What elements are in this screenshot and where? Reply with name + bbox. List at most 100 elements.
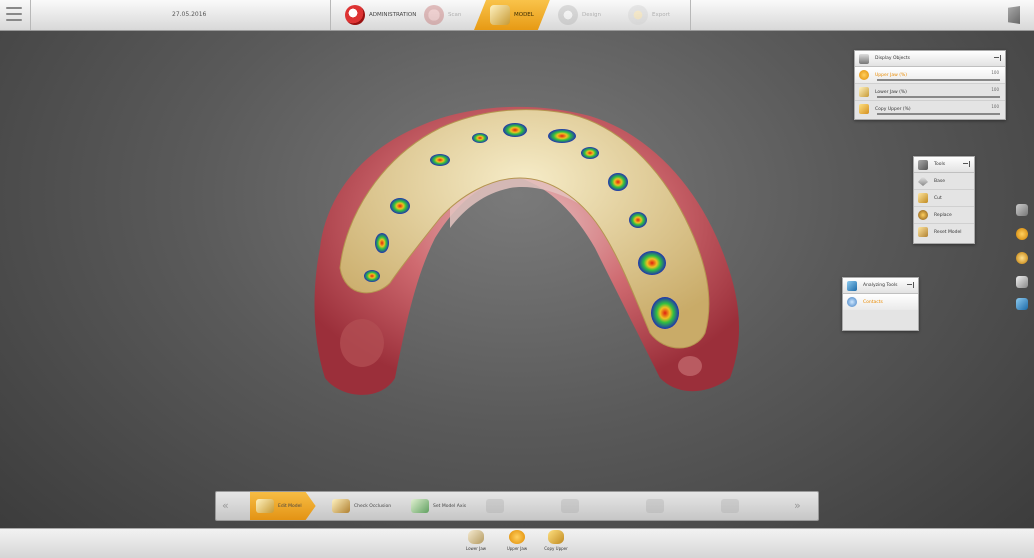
tools-header: Tools [914, 157, 974, 173]
panel-title: Display Objects [875, 56, 911, 61]
tools-panel: Tools Base Cut Replace Reset Model [913, 156, 975, 244]
tab-label: ADMINISTRATION [369, 12, 417, 18]
analyzing-tools-header: Analyzing Tools [843, 278, 918, 294]
pin-icon[interactable] [963, 161, 970, 167]
dental-arch-3d-model[interactable] [300, 98, 750, 418]
tool-label: Contacts [863, 299, 883, 305]
hamburger-menu-icon[interactable] [6, 7, 22, 21]
lower-jaw-icon [468, 530, 484, 544]
upper-jaw-icon [509, 530, 525, 544]
step-edit-model[interactable]: Edit Model [250, 492, 316, 520]
tool-replace[interactable]: Replace [914, 207, 974, 224]
panel-title: Analyzing Tools [863, 283, 898, 288]
display-row-lower-jaw[interactable]: Lower Jaw (%) 100 [855, 84, 1005, 101]
tool-label: Replace [934, 212, 952, 218]
slider-fill [877, 79, 1000, 81]
display-objects-header: Display Objects [855, 51, 1005, 67]
display-objects-panel: Display Objects Upper Jaw (%) 100 Lower … [854, 50, 1006, 120]
row-value: 100 [991, 104, 999, 109]
design-icon [558, 5, 578, 25]
step-set-model-axis[interactable]: Set Model Axis [411, 492, 466, 520]
screenshot-icon[interactable] [1016, 298, 1028, 310]
reset-model-icon [918, 227, 928, 237]
slider-fill [877, 113, 1000, 115]
layers-icon [859, 53, 869, 64]
jaw-lower[interactable]: Lower Jaw [458, 530, 494, 551]
jaw-upper[interactable]: Upper Jaw [499, 530, 535, 551]
tab-model[interactable]: MODEL [474, 0, 550, 30]
upper-jaw-icon [859, 70, 869, 80]
tool-label: Reset Model [934, 229, 962, 235]
date-label: 27.05.2016 [172, 11, 207, 18]
step-label: Check Occlusion [354, 503, 392, 509]
tab-label: MODEL [514, 12, 534, 18]
step-check-occlusion[interactable]: Check Occlusion [332, 492, 391, 520]
pin-icon[interactable] [907, 282, 914, 288]
view-cube-icon[interactable] [1016, 204, 1028, 216]
tool-reset-model[interactable]: Reset Model [914, 224, 974, 240]
settings-gear-icon[interactable] [1016, 228, 1028, 240]
disabled-step-icon [721, 499, 739, 513]
copy-upper-icon [548, 530, 564, 544]
base-icon [918, 176, 928, 186]
row-label: Upper Jaw (%) [875, 72, 908, 78]
step-disabled [486, 492, 508, 520]
tab-label: Design [582, 12, 601, 18]
row-value: 100 [991, 87, 999, 92]
opacity-slider[interactable] [877, 113, 1000, 115]
workflow-toolbar: « Edit Model Check Occlusion Set Model A… [215, 491, 819, 521]
separator [330, 0, 331, 30]
tool-contacts[interactable]: Contacts [843, 294, 918, 310]
analyze-icon [847, 280, 857, 291]
analyzing-tools-panel: Analyzing Tools Contacts [842, 277, 919, 331]
opacity-slider[interactable] [877, 79, 1000, 81]
cut-icon [918, 193, 928, 203]
tool-label: Cut [934, 195, 942, 201]
top-bar: 27.05.2016 ADMINISTRATION Scan MODEL Des… [0, 0, 1034, 31]
tab-administration[interactable]: ADMINISTRATION [345, 0, 416, 30]
camera-icon[interactable] [1016, 252, 1028, 264]
check-occlusion-icon [332, 499, 350, 513]
slider-fill [877, 96, 1000, 98]
jaw-label: Lower Jaw [465, 546, 487, 551]
disabled-step-icon [561, 499, 579, 513]
tab-scan[interactable]: Scan [424, 0, 461, 30]
export-icon [628, 5, 648, 25]
scan-icon [424, 5, 444, 25]
next-step-arrow-icon[interactable]: » [794, 499, 801, 512]
panel-title: Tools [934, 162, 946, 167]
display-row-upper-jaw[interactable]: Upper Jaw (%) 100 [855, 67, 1005, 84]
contacts-icon [847, 297, 857, 307]
lower-jaw-icon [859, 87, 869, 97]
disabled-step-icon [486, 499, 504, 513]
tab-design[interactable]: Design [558, 0, 601, 30]
exit-door-icon[interactable] [1008, 6, 1020, 24]
disabled-step-icon [646, 499, 664, 513]
replace-icon [918, 210, 928, 220]
model-icon [490, 5, 510, 25]
step-disabled [646, 492, 668, 520]
teeth-icon [345, 5, 365, 25]
pin-icon[interactable] [994, 55, 1001, 61]
previous-step-arrow-icon[interactable]: « [222, 499, 229, 512]
tab-label: Scan [448, 12, 462, 18]
row-label: Lower Jaw (%) [875, 89, 907, 95]
display-row-copy-upper[interactable]: Copy Upper (%) 100 [855, 101, 1005, 117]
socket-right [678, 356, 702, 376]
copy-upper-icon [859, 104, 869, 114]
step-label: Edit Model [278, 503, 302, 509]
tools-icon [918, 159, 928, 170]
row-value: 100 [991, 70, 999, 75]
opacity-slider[interactable] [877, 96, 1000, 98]
edit-model-icon [256, 499, 274, 513]
tool-base[interactable]: Base [914, 173, 974, 190]
model-axis-icon [411, 499, 429, 513]
jaw-label: Copy Upper [544, 546, 568, 551]
separator [30, 0, 31, 30]
step-disabled [561, 492, 583, 520]
book-icon[interactable] [1016, 276, 1028, 288]
tab-export[interactable]: Export [628, 0, 670, 30]
tool-cut[interactable]: Cut [914, 190, 974, 207]
jaw-selector-bar: Lower Jaw Upper Jaw Copy Upper [0, 528, 1034, 558]
jaw-copy-upper[interactable]: Copy Upper [538, 530, 574, 551]
